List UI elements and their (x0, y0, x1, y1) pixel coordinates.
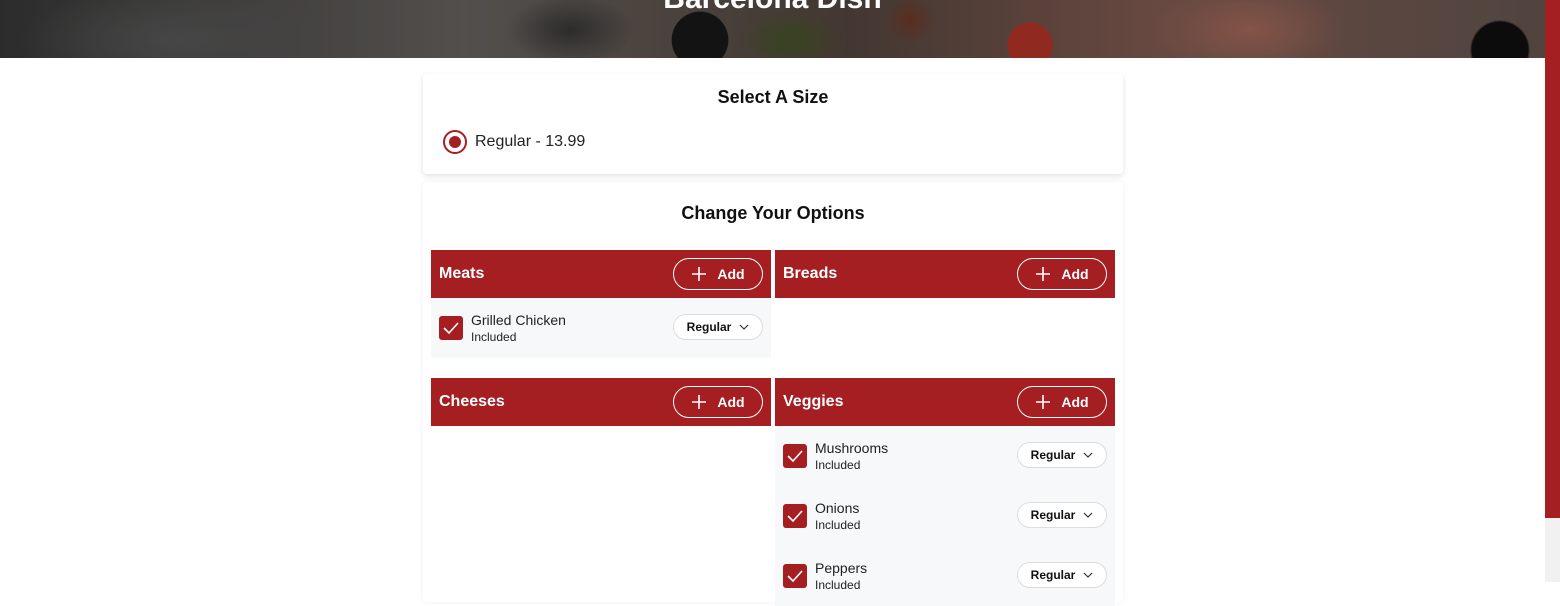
portion-select-mushrooms[interactable]: Regular (1017, 442, 1107, 468)
group-name: Cheeses (439, 393, 505, 410)
item-status: Included (815, 577, 861, 592)
chevron-down-icon (739, 324, 749, 330)
hero-banner: Barcelona Dish (0, 0, 1545, 58)
item-name: Mushrooms (815, 439, 889, 456)
group-header-cheeses: Cheeses Add (431, 378, 771, 426)
chevron-down-icon (1083, 572, 1093, 578)
group-name: Breads (783, 265, 838, 282)
radio-button[interactable] (443, 130, 467, 154)
add-button-label: Add (717, 266, 745, 282)
option-item-peppers: Peppers Included Regular (775, 546, 1115, 606)
plus-icon (1036, 267, 1051, 281)
check-icon (443, 322, 459, 334)
checkbox-grilled-chicken[interactable] (439, 316, 463, 340)
plus-icon (692, 267, 707, 281)
group-header-breads: Breads Add (775, 250, 1115, 298)
options-card: Change Your Options Meats Add Grilled Ch… (423, 182, 1123, 606)
check-icon (787, 510, 803, 522)
portion-select-grilled-chicken[interactable]: Regular (673, 314, 763, 340)
size-option-regular[interactable]: Regular - 13.99 (443, 130, 585, 154)
checkbox-mushrooms[interactable] (783, 444, 807, 468)
group-cheeses: Cheeses Add (431, 378, 771, 426)
item-name: Peppers (815, 559, 868, 576)
group-meats: Meats Add Grilled Chicken Included Regul… (431, 250, 771, 358)
options-card-title: Change Your Options (681, 203, 865, 223)
option-item-mushrooms: Mushrooms Included Regular (775, 426, 1115, 486)
scrollbar-track[interactable] (1545, 0, 1560, 582)
group-header-meats: Meats Add (431, 250, 771, 298)
plus-icon (1036, 395, 1051, 409)
item-status: Included (815, 457, 861, 472)
add-button-label: Add (717, 394, 745, 410)
checkbox-onions[interactable] (783, 504, 807, 528)
scrollbar-thumb[interactable] (1545, 518, 1560, 582)
plus-icon (692, 395, 707, 409)
group-name: Meats (439, 265, 485, 282)
add-breads-button[interactable]: Add (1017, 258, 1107, 290)
size-option-label: Regular - 13.99 (475, 133, 586, 150)
group-header-veggies: Veggies Add (775, 378, 1115, 426)
portion-value: Regular (1030, 448, 1076, 462)
chevron-down-icon (1083, 452, 1093, 458)
portion-value: Regular (1030, 568, 1076, 582)
item-status: Included (471, 329, 517, 344)
add-cheeses-button[interactable]: Add (673, 386, 763, 418)
group-name: Veggies (783, 393, 844, 410)
group-breads: Breads Add (775, 250, 1115, 298)
add-veggies-button[interactable]: Add (1017, 386, 1107, 418)
portion-value: Regular (1030, 508, 1076, 522)
item-name: Grilled Chicken (471, 311, 566, 328)
dish-title: Barcelona Dish (0, 0, 1545, 16)
add-meats-button[interactable]: Add (673, 258, 763, 290)
chevron-down-icon (1083, 512, 1093, 518)
group-veggies: Veggies Add Mushrooms Included Regular O… (775, 378, 1115, 606)
add-button-label: Add (1061, 394, 1089, 410)
radio-selected-dot (449, 136, 461, 148)
option-item-onions: Onions Included Regular (775, 486, 1115, 546)
portion-select-onions[interactable]: Regular (1017, 502, 1107, 528)
check-icon (787, 450, 803, 462)
check-icon (787, 570, 803, 582)
item-name: Onions (815, 499, 860, 516)
portion-value: Regular (686, 320, 732, 334)
size-card-title: Select A Size (717, 87, 829, 107)
portion-select-peppers[interactable]: Regular (1017, 562, 1107, 588)
size-card: Select A Size Regular - 13.99 (423, 74, 1123, 174)
checkbox-peppers[interactable] (783, 564, 807, 588)
add-button-label: Add (1061, 266, 1089, 282)
option-item-grilled-chicken: Grilled Chicken Included Regular (431, 298, 771, 358)
item-status: Included (815, 517, 861, 532)
